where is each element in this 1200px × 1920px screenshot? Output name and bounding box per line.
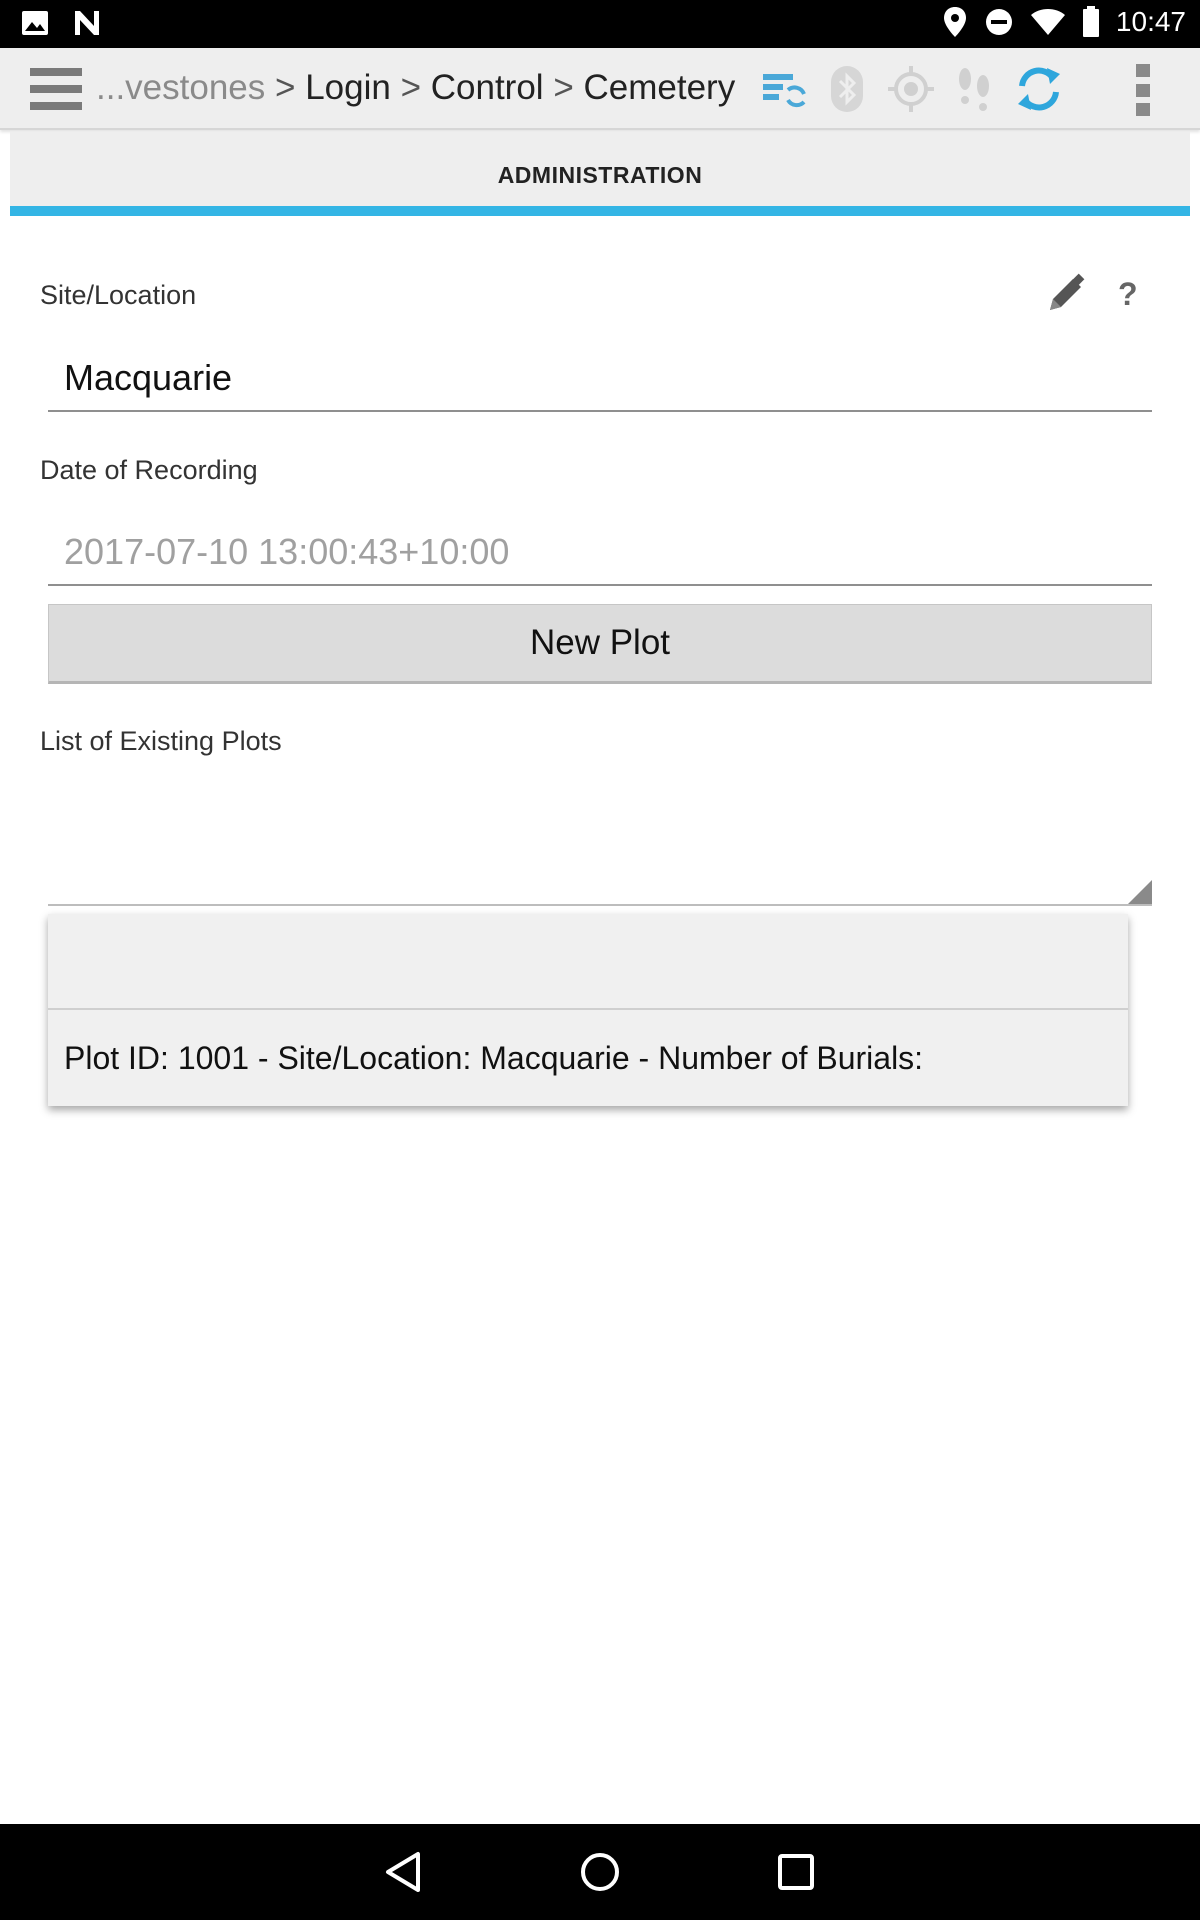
do-not-disturb-icon <box>985 9 1012 35</box>
plots-dropdown: Plot ID: 1001 - Site/Location: Macquarie… <box>48 914 1128 1106</box>
navigation-bar <box>0 1824 1200 1920</box>
tab-label: ADMINISTRATION <box>497 162 703 188</box>
site-location-label: Site/Location <box>40 280 197 310</box>
back-icon[interactable] <box>380 1848 428 1896</box>
refresh-icon[interactable] <box>1014 64 1064 114</box>
action-bar: ...vestones > Login > Control > Cemetery <box>0 48 1200 130</box>
status-bar: 10:47 <box>0 0 1200 48</box>
date-of-recording-input[interactable] <box>48 520 1152 584</box>
dropdown-option-plot[interactable]: Plot ID: 1001 - Site/Location: Macquarie… <box>48 1010 1128 1106</box>
image-icon <box>22 11 48 35</box>
pencil-icon[interactable] <box>1044 272 1088 316</box>
wifi-icon <box>1030 9 1065 35</box>
breadcrumb-separator: > <box>400 68 422 107</box>
location-icon <box>943 7 966 37</box>
site-location-field[interactable] <box>48 346 1152 412</box>
tab-administration[interactable]: ADMINISTRATION <box>10 132 1190 216</box>
breadcrumb-separator: > <box>275 68 296 107</box>
new-plot-button[interactable]: New Plot <box>48 604 1152 684</box>
breadcrumb-item-first[interactable]: ...vestones <box>96 68 265 108</box>
menu-icon[interactable] <box>30 68 82 110</box>
dropdown-option-empty[interactable] <box>48 914 1128 1010</box>
sync-list-icon[interactable] <box>758 64 808 114</box>
breadcrumb-item-login[interactable]: Login <box>305 68 391 108</box>
status-time: 10:47 <box>1115 6 1186 37</box>
spinner-arrow-icon <box>1128 880 1152 904</box>
help-icon[interactable]: ? <box>1118 276 1138 313</box>
gps-icon[interactable] <box>886 64 936 114</box>
recents-icon[interactable] <box>772 1848 820 1896</box>
breadcrumb-separator: > <box>553 68 574 107</box>
n-icon <box>75 11 99 35</box>
site-location-input[interactable] <box>48 346 1152 410</box>
existing-plots-label: List of Existing Plots <box>40 726 282 756</box>
battery-icon <box>1082 6 1099 37</box>
breadcrumb: ...vestones > Login > Control > Cemetery <box>96 68 735 108</box>
bluetooth-icon[interactable] <box>822 64 872 114</box>
overflow-menu-icon[interactable] <box>1136 64 1150 116</box>
footsteps-icon[interactable] <box>950 64 1000 114</box>
existing-plots-spinner[interactable] <box>48 780 1152 906</box>
breadcrumb-item-control[interactable]: Control <box>431 68 544 108</box>
date-of-recording-label: Date of Recording <box>40 455 258 485</box>
date-of-recording-field[interactable] <box>48 520 1152 586</box>
home-icon[interactable] <box>576 1848 624 1896</box>
breadcrumb-item-cemetery[interactable]: Cemetery <box>584 68 736 108</box>
tab-indicator <box>10 206 1190 216</box>
